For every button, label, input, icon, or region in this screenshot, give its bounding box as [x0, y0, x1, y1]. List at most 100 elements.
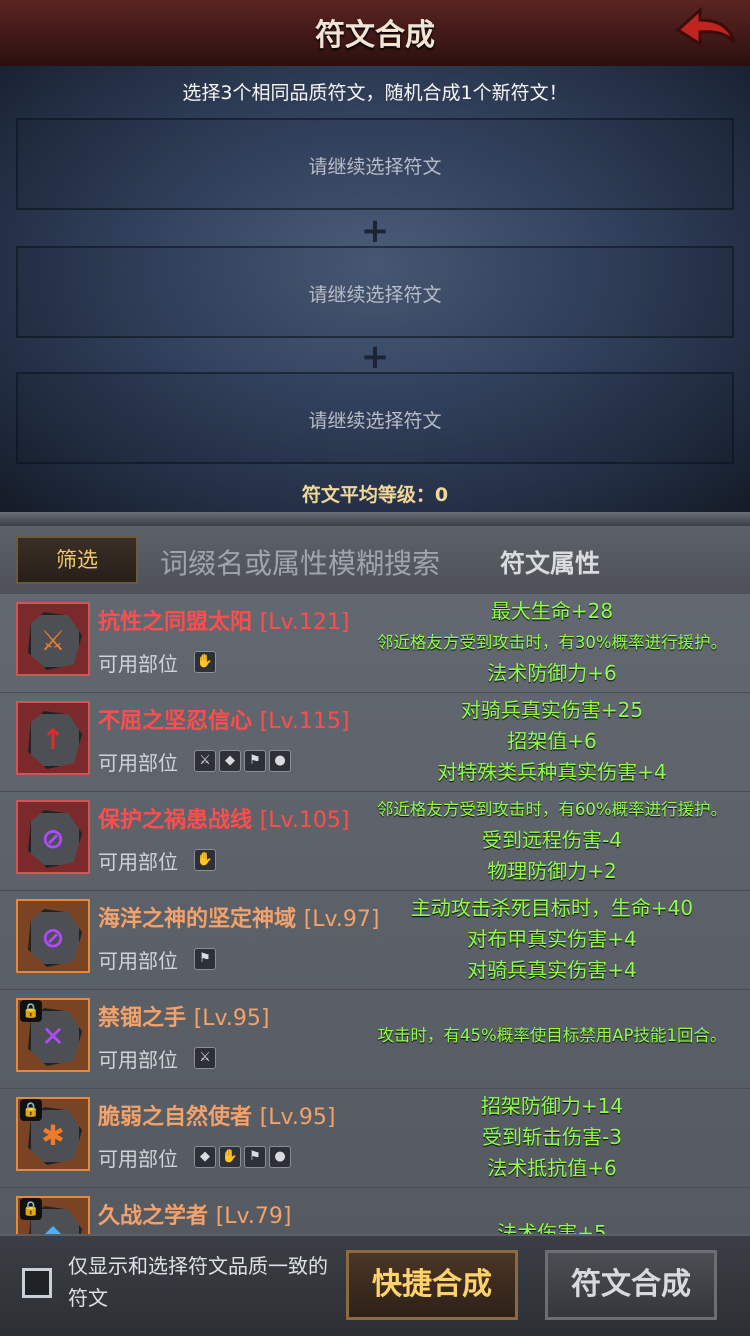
rune-attribute: 法术抵抗值+6 — [487, 1156, 617, 1180]
rune-list[interactable]: ⚔ 抗性之同盟太阳 [Lv.121] 可用部位 ✋ 最大生命+28 邻近格友方受到攻击时，… — [0, 594, 750, 1234]
rune-attributes: 最大生命+28 邻近格友方受到攻击时，有30%概率进行援护。 法术防御力+6 — [356, 596, 748, 689]
rune-name-text: 久战之学者 — [98, 1204, 209, 1229]
plus-icon: + — [360, 337, 390, 377]
equipment-part-icon: ✋ — [194, 849, 216, 871]
rune-name: 抗性之同盟太阳 [Lv.121] — [98, 604, 349, 636]
synth-panel: 选择3个相同品质符文，随机合成1个新符文！ 请继续选择符文 + 请继续选择符文 … — [0, 66, 750, 512]
synth-hint: 选择3个相同品质符文，随机合成1个新符文！ — [182, 82, 568, 104]
filter-bar: 筛选 词缀名或属性模糊搜索 符文属性 — [0, 526, 750, 594]
rune-attribute: 招架值+6 — [507, 729, 597, 753]
equipment-part-icon: ✋ — [194, 651, 216, 673]
equipment-part-icon: ◆ — [219, 750, 241, 772]
rune-row[interactable]: ↑ 不屈之坚忍信心 [Lv.115] 可用部位 ⚔ ◆ ⚑ ● 对骑兵真实伤害+25 招架值+6… — [0, 693, 750, 792]
equipment-part-icon: ⚑ — [244, 750, 266, 772]
equipment-part-icon: ⚑ — [244, 1146, 266, 1168]
rune-glyph-icon: ⊘ — [41, 921, 65, 954]
header-bar: 符文合成 — [0, 0, 750, 68]
synth-button[interactable]: 符文合成 — [545, 1250, 717, 1320]
bottom-bar: 仅显示和选择符文品质一致的符文 快捷合成 符文合成 — [0, 1234, 750, 1336]
rune-attribute: 攻击时，有45%概率使目标禁用AP技能1回合。 — [377, 1026, 727, 1045]
equipment-part-icon: ◆ — [194, 1146, 216, 1168]
rune-attributes: 主动攻击杀死目标时，生命+40 对布甲真实伤害+4 对骑兵真实伤害+4 — [356, 893, 748, 986]
rune-glyph-icon: ⚔ — [40, 624, 66, 657]
filter-button[interactable]: 筛选 — [16, 536, 138, 584]
rune-slot-2[interactable]: 请继续选择符文 — [16, 246, 734, 338]
available-parts-label: 可用部位 — [98, 1048, 178, 1072]
rune-name-text: 脆弱之自然使者 — [98, 1105, 253, 1130]
rune-level: [Lv.79] — [215, 1204, 292, 1229]
rune-slot-1[interactable]: 请继续选择符文 — [16, 118, 734, 210]
rune-name: 保护之祸患战线 [Lv.105] — [98, 802, 349, 834]
rune-row[interactable]: ✱ 🔒 脆弱之自然使者 [Lv.95] 可用部位 ◆ ✋ ⚑ ● 招架防御力+14 受到斩击伤害-… — [0, 1089, 750, 1188]
available-parts-label: 可用部位 — [98, 751, 178, 775]
divider — [0, 512, 750, 526]
rune-name: 脆弱之自然使者 [Lv.95] — [98, 1099, 335, 1131]
lock-icon: 🔒 — [20, 1000, 42, 1022]
slot-prompt: 请继续选择符文 — [308, 410, 442, 432]
available-parts-label: 可用部位 — [98, 850, 178, 874]
part-icons: ✋ — [194, 848, 219, 871]
rune-level: [Lv.95] — [193, 1006, 270, 1031]
rune-attributes: 攻击时，有45%概率使目标禁用AP技能1回合。 — [356, 1020, 748, 1051]
lock-icon: 🔒 — [20, 1198, 42, 1220]
rune-name: 海洋之神的坚定神域 [Lv.97] — [98, 901, 379, 933]
rune-attribute: 招架防御力+14 — [480, 1094, 624, 1118]
rune-glyph-icon: ✱ — [41, 1119, 65, 1152]
rune-attribute: 最大生命+28 — [490, 599, 614, 623]
rune-level: [Lv.95] — [259, 1105, 336, 1130]
rune-row[interactable]: ⊘ 海洋之神的坚定神域 [Lv.97] 可用部位 ⚑ 主动攻击杀死目标时，生命+40 对布… — [0, 891, 750, 990]
rune-row[interactable]: ⊘ 保护之祸患战线 [Lv.105] 可用部位 ✋ 邻近格友方受到攻击时，有60%概率进… — [0, 792, 750, 891]
rune-row[interactable]: ◆🔒久战之学者 [Lv.79]可用部位法术伤害+5 — [0, 1188, 750, 1234]
available-parts-label: 可用部位 — [98, 652, 178, 676]
equipment-part-icon: ⚑ — [194, 948, 216, 970]
rune-attribute: 对骑兵真实伤害+25 — [460, 698, 644, 722]
rune-name: 不屈之坚忍信心 [Lv.115] — [98, 703, 349, 735]
rune-level: [Lv.115] — [259, 709, 350, 734]
rune-attribute: 主动攻击杀死目标时，生命+40 — [410, 896, 694, 920]
equipment-part-icon: ⚔ — [194, 750, 216, 772]
rune-attributes: 法术伤害+5 — [356, 1218, 748, 1234]
rune-slot-3[interactable]: 请继续选择符文 — [16, 372, 734, 464]
rune-glyph-icon: ✕ — [41, 1020, 65, 1053]
rune-icon: ✱ 🔒 — [16, 1097, 90, 1171]
rune-name-text: 不屈之坚忍信心 — [98, 709, 253, 734]
checkbox-label: 仅显示和选择符文品质一致的符文 — [68, 1254, 328, 1310]
rune-attribute: 受到斩击伤害-3 — [482, 1125, 622, 1149]
part-icons: ⚔ ◆ ⚑ ● — [194, 749, 294, 772]
rune-row[interactable]: ⚔ 抗性之同盟太阳 [Lv.121] 可用部位 ✋ 最大生命+28 邻近格友方受到攻击时，… — [0, 594, 750, 693]
rune-icon: ⊘ — [16, 899, 90, 973]
rune-attribute: 受到远程伤害-4 — [482, 828, 622, 852]
slot-prompt: 请继续选择符文 — [308, 156, 442, 178]
equipment-part-icon: ⚔ — [194, 1047, 216, 1069]
rune-name: 久战之学者 [Lv.79] — [98, 1198, 291, 1230]
rune-name-text: 海洋之神的坚定神域 — [98, 907, 297, 932]
rune-icon: ⊘ — [16, 800, 90, 874]
rune-name-text: 保护之祸患战线 — [98, 808, 253, 833]
rune-icon: ⚔ — [16, 602, 90, 676]
rune-level: [Lv.121] — [259, 610, 350, 635]
rune-row[interactable]: ✕ 🔒 禁锢之手 [Lv.95] 可用部位 ⚔ 攻击时，有45%概率使目标禁用AP技能1回… — [0, 990, 750, 1089]
quick-synth-button[interactable]: 快捷合成 — [346, 1250, 518, 1320]
page-title: 符文合成 — [315, 18, 435, 53]
search-input[interactable]: 词缀名或属性模糊搜索 — [160, 542, 440, 582]
rune-attribute-tab[interactable]: 符文属性 — [500, 544, 600, 580]
lock-icon: 🔒 — [20, 1099, 42, 1121]
rune-name-text: 禁锢之手 — [98, 1006, 187, 1031]
back-arrow-icon[interactable] — [670, 4, 740, 60]
rune-attribute: 对骑兵真实伤害+4 — [467, 958, 637, 982]
equipment-part-icon: ● — [269, 750, 291, 772]
rune-attribute: 法术伤害+5 — [497, 1221, 607, 1234]
equipment-part-icon: ● — [269, 1146, 291, 1168]
equipment-part-icon: ✋ — [219, 1146, 241, 1168]
rune-glyph-icon: ↑ — [41, 723, 65, 756]
rune-name: 禁锢之手 [Lv.95] — [98, 1000, 269, 1032]
quality-filter-checkbox[interactable] — [22, 1268, 52, 1298]
rune-attribute: 对布甲真实伤害+4 — [467, 927, 637, 951]
part-icons: ✋ — [194, 650, 219, 673]
rune-attributes: 对骑兵真实伤害+25 招架值+6 对特殊类兵种真实伤害+4 — [356, 695, 748, 788]
slot-prompt: 请继续选择符文 — [308, 284, 442, 306]
rune-attribute: 邻近格友方受到攻击时，有60%概率进行援护。 — [376, 800, 728, 819]
available-parts-label: 可用部位 — [98, 1147, 178, 1171]
available-parts-label: 可用部位 — [98, 949, 178, 973]
part-icons: ⚑ — [194, 947, 219, 970]
